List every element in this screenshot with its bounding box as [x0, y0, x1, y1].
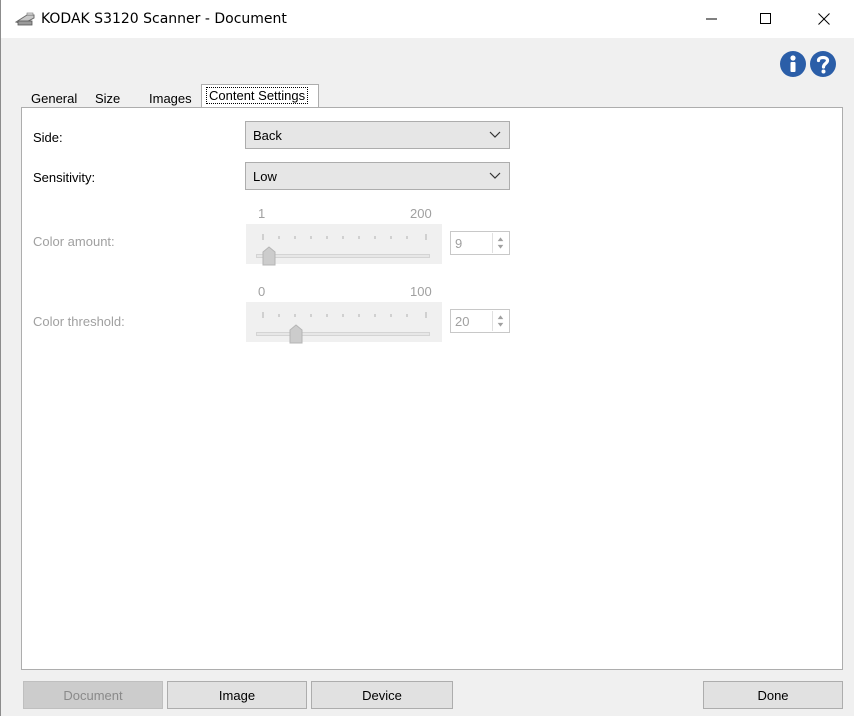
- color-threshold-slider[interactable]: [246, 302, 442, 344]
- slider-thumb[interactable]: [262, 246, 276, 266]
- bottom-button-bar: Document Image Device Done: [21, 681, 843, 709]
- slider-track: [256, 332, 430, 336]
- done-button[interactable]: Done: [703, 681, 843, 709]
- side-label: Side:: [33, 130, 63, 145]
- spinner-arrows-icon[interactable]: [492, 311, 508, 331]
- color-amount-min: 1: [258, 206, 266, 221]
- side-value: Back: [253, 128, 282, 143]
- minimize-icon: [706, 18, 717, 20]
- color-amount-value: 9: [455, 236, 463, 251]
- slider-ticks: [262, 312, 427, 318]
- chevron-down-icon: [489, 131, 501, 138]
- close-icon: [818, 13, 830, 25]
- color-amount-slider[interactable]: [246, 224, 442, 266]
- slider-ticks: [262, 234, 427, 240]
- sensitivity-value: Low: [253, 169, 277, 184]
- info-icon[interactable]: [779, 50, 807, 78]
- chevron-down-icon: [489, 172, 501, 179]
- slider-track: [256, 254, 430, 258]
- tab-content-settings-label: Content Settings: [206, 87, 309, 104]
- image-button[interactable]: Image: [167, 681, 307, 709]
- maximize-icon: [760, 13, 771, 24]
- sensitivity-dropdown[interactable]: Low: [245, 162, 510, 190]
- device-button[interactable]: Device: [311, 681, 453, 709]
- color-threshold-label: Color threshold:: [33, 314, 125, 329]
- color-threshold-value: 20: [455, 314, 470, 329]
- scanner-window: KODAK S3120 Scanner - Document General S…: [0, 0, 854, 716]
- question-icon[interactable]: [809, 50, 837, 78]
- slider-thumb[interactable]: [289, 324, 303, 344]
- document-button[interactable]: Document: [23, 681, 163, 709]
- color-threshold-spinner[interactable]: 20: [450, 309, 510, 333]
- spinner-arrows-icon[interactable]: [492, 233, 508, 253]
- content-settings-panel: Side: Back Sensitivity: Low 1 200 Color …: [21, 107, 843, 670]
- side-dropdown[interactable]: Back: [245, 121, 510, 149]
- title-bar: KODAK S3120 Scanner - Document: [1, 0, 854, 38]
- color-threshold-max: 100: [410, 284, 432, 299]
- help-icons: [779, 50, 839, 80]
- sensitivity-label: Sensitivity:: [33, 170, 96, 185]
- color-amount-label: Color amount:: [33, 234, 115, 249]
- close-button[interactable]: [801, 0, 847, 38]
- maximize-button[interactable]: [743, 0, 789, 38]
- color-amount-max: 200: [410, 206, 432, 221]
- window-title: KODAK S3120 Scanner - Document: [41, 11, 287, 27]
- scanner-icon: [14, 12, 35, 26]
- color-threshold-min: 0: [258, 284, 266, 299]
- minimize-button[interactable]: [689, 0, 735, 38]
- color-amount-spinner[interactable]: 9: [450, 231, 510, 255]
